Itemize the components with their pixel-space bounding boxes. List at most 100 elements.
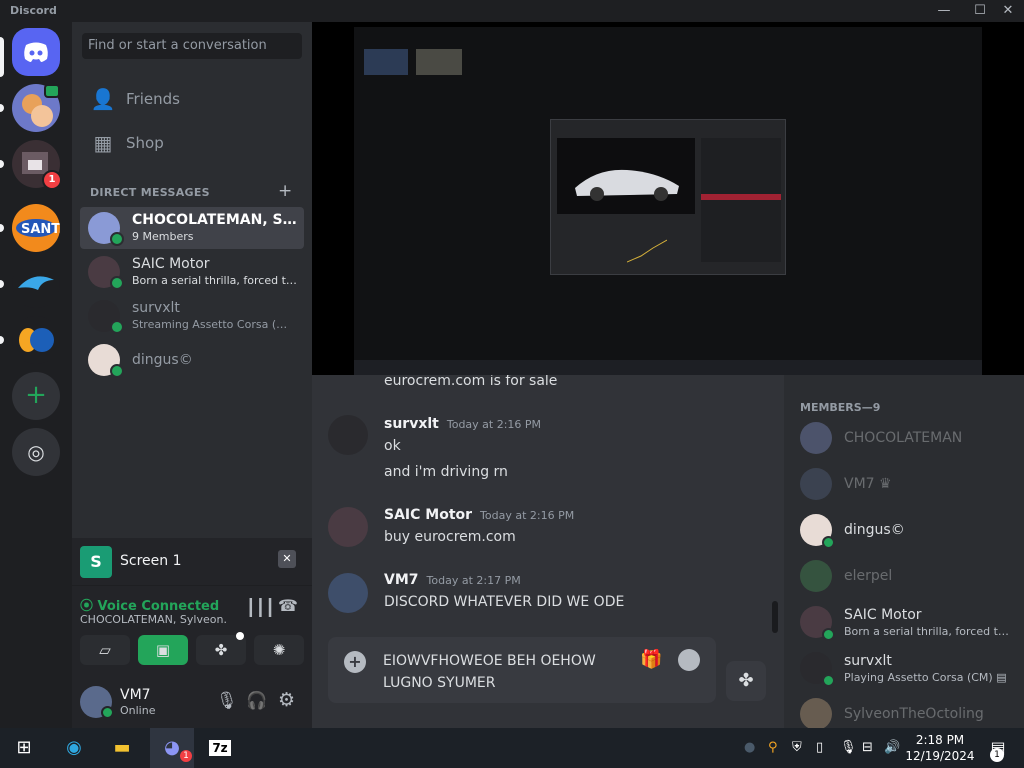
explore-button[interactable]: ◎ bbox=[12, 428, 60, 476]
start-button[interactable]: ⊞ bbox=[2, 728, 46, 768]
noise-suppression-icon[interactable]: ┃┃┃ bbox=[246, 598, 275, 617]
volume-icon[interactable]: 🔊 bbox=[884, 740, 900, 755]
stop-stream-icon[interactable]: ✕ bbox=[278, 550, 296, 568]
message-author[interactable]: VM7 Today at 2:17 PM bbox=[384, 572, 521, 588]
member-item[interactable]: SAIC Motor Born a serial thrilla, forced… bbox=[800, 601, 1016, 643]
discord-taskbar-button[interactable]: ◕ bbox=[150, 728, 194, 768]
windows-taskbar: ⊞ ◉ ▬ ◕ 1 7z ● ⚲ ⛨ ▯ 🎙 ⊟ 🔊 2:18 PM 12/19… bbox=[0, 728, 1024, 768]
nav-friends[interactable]: 👤 Friends bbox=[80, 79, 304, 119]
tray-usb-icon[interactable]: ▯ bbox=[816, 740, 823, 755]
apps-button[interactable]: ✤ bbox=[726, 661, 766, 701]
nav-shop[interactable]: ▦ Shop bbox=[80, 123, 304, 163]
newegg-logo-icon bbox=[19, 328, 54, 352]
soundboard-icon: ✺ bbox=[272, 641, 286, 659]
tray-mic-icon[interactable]: 🎙 bbox=[840, 740, 857, 755]
gift-icon[interactable]: 🎁 bbox=[640, 649, 662, 670]
create-dm-button[interactable]: + bbox=[278, 181, 292, 201]
scrollbar[interactable] bbox=[772, 601, 778, 633]
clock-date: 12/19/2024 bbox=[905, 749, 975, 763]
member-item[interactable]: survxlt Playing Assetto Corsa (CM) ▤ bbox=[800, 647, 1016, 689]
minimize-button[interactable]: — bbox=[928, 2, 960, 20]
server-dot bbox=[0, 160, 4, 168]
options-list bbox=[701, 138, 781, 262]
member-name: CHOCOLATEMAN bbox=[844, 430, 963, 446]
member-name: survxlt bbox=[844, 653, 892, 669]
member-item[interactable]: elerpel bbox=[800, 555, 1016, 597]
member-item[interactable]: VM7 ♛ bbox=[800, 463, 1016, 505]
microphone-icon[interactable]: 🎙 bbox=[216, 691, 238, 711]
soundboard-button[interactable]: ✺ bbox=[254, 635, 304, 665]
member-item[interactable]: dingus© bbox=[800, 509, 1016, 551]
author-name: survxlt bbox=[384, 416, 439, 432]
friends-icon: 👤 bbox=[90, 87, 116, 111]
voice-status-text: Voice Connected bbox=[97, 599, 220, 614]
author-name: SAIC Motor bbox=[384, 507, 473, 523]
system-clock[interactable]: 2:18 PM 12/19/2024 bbox=[902, 732, 978, 764]
server-rail: 1 SANTA + ◎ bbox=[0, 22, 72, 728]
discord-icon: ◕ bbox=[164, 737, 180, 758]
network-icon[interactable]: ⊟ bbox=[862, 740, 873, 755]
avatar[interactable] bbox=[328, 415, 368, 455]
avatar bbox=[800, 422, 832, 454]
graph-icon bbox=[627, 239, 667, 263]
disconnect-icon[interactable]: ☎ bbox=[278, 596, 298, 615]
chat-area: eurocrem.com is for sale survxlt Today at… bbox=[312, 375, 784, 728]
message-text: buy eurocrem.com bbox=[384, 529, 516, 545]
car-preview bbox=[557, 138, 695, 214]
attach-plus-icon[interactable]: + bbox=[344, 651, 366, 673]
member-item[interactable]: SylveonTheOctoling bbox=[800, 693, 1016, 728]
message-author[interactable]: SAIC Motor Today at 2:16 PM bbox=[384, 507, 574, 523]
thumbnail bbox=[416, 49, 462, 75]
tray-app-icon[interactable]: ● bbox=[744, 740, 755, 755]
camera-off-button[interactable]: ▱ bbox=[80, 635, 130, 665]
streamed-desktop bbox=[354, 27, 982, 375]
member-status: Born a serial thrilla, forced to … bbox=[844, 625, 1014, 638]
search-conversation-input[interactable]: Find or start a conversation bbox=[82, 33, 302, 59]
online-status-icon bbox=[110, 276, 124, 290]
server-dot bbox=[0, 104, 4, 112]
server-dolphin[interactable] bbox=[12, 260, 60, 308]
tray-shield-icon[interactable]: ⛨ bbox=[792, 740, 802, 755]
emoji-icon[interactable] bbox=[678, 649, 700, 671]
car-icon bbox=[575, 169, 679, 201]
dm-item-survxlt[interactable]: survxlt Streaming Assetto Corsa (… ▤ bbox=[80, 295, 304, 337]
add-server-button[interactable]: + bbox=[12, 372, 60, 420]
message-input[interactable]: EIOWVFHOWEOE BEH OEHOW LUGNO SYUMER bbox=[383, 650, 603, 694]
stream-view[interactable] bbox=[312, 22, 1024, 375]
avatar[interactable] bbox=[328, 573, 368, 613]
dm-header: DIRECT MESSAGES bbox=[90, 186, 210, 199]
close-button[interactable]: ✕ bbox=[992, 2, 1024, 20]
tray-search-icon[interactable]: ⚲ bbox=[768, 740, 778, 755]
dm-item-saic-motor[interactable]: SAIC Motor Born a serial thrilla, forced… bbox=[80, 251, 304, 293]
message-author[interactable]: survxlt Today at 2:16 PM bbox=[384, 416, 541, 432]
voice-status: ⦿ Voice Connected bbox=[80, 595, 219, 614]
avatar bbox=[800, 560, 832, 592]
svg-text:SANTA: SANTA bbox=[21, 222, 60, 237]
windows-logo-icon: ⊞ bbox=[16, 737, 32, 758]
headphones-icon[interactable]: 🎧 bbox=[246, 691, 267, 711]
edge-icon: ◉ bbox=[66, 737, 82, 758]
user-panel: VM7 Online 🎙 🎧 ⚙ bbox=[72, 676, 312, 728]
member-list: MEMBERS—9 CHOCOLATEMAN VM7 ♛ dingus© ele… bbox=[784, 375, 1024, 728]
santa-logo-icon: SANTA bbox=[16, 219, 60, 237]
dm-item-dingus[interactable]: dingus© bbox=[80, 339, 304, 381]
avatar[interactable] bbox=[328, 507, 368, 547]
activity-dot bbox=[236, 632, 244, 640]
7zip-button[interactable]: 7z bbox=[198, 728, 242, 768]
file-explorer-button[interactable]: ▬ bbox=[100, 728, 144, 768]
members-header: MEMBERS—9 bbox=[800, 401, 881, 414]
user-status: Online bbox=[120, 704, 156, 717]
edge-button[interactable]: ◉ bbox=[52, 728, 96, 768]
home-button[interactable] bbox=[12, 28, 60, 76]
settings-gear-icon[interactable]: ⚙ bbox=[278, 689, 295, 711]
plus-icon: + bbox=[25, 380, 47, 410]
member-item[interactable]: CHOCOLATEMAN bbox=[800, 417, 1016, 459]
server-santa[interactable]: SANTA bbox=[12, 204, 60, 252]
author-name: VM7 bbox=[384, 572, 419, 588]
message-composer[interactable]: + EIOWVFHOWEOE BEH OEHOW LUGNO SYUMER 🎁 bbox=[328, 637, 716, 703]
share-screen-button[interactable]: ▣ bbox=[138, 635, 188, 665]
folder-icon: ▬ bbox=[113, 737, 131, 758]
server-newegg[interactable] bbox=[12, 316, 60, 364]
dm-item-group[interactable]: CHOCOLATEMAN, Sylveon… 9 Members bbox=[80, 207, 304, 249]
timestamp: Today at 2:16 PM bbox=[446, 418, 542, 431]
